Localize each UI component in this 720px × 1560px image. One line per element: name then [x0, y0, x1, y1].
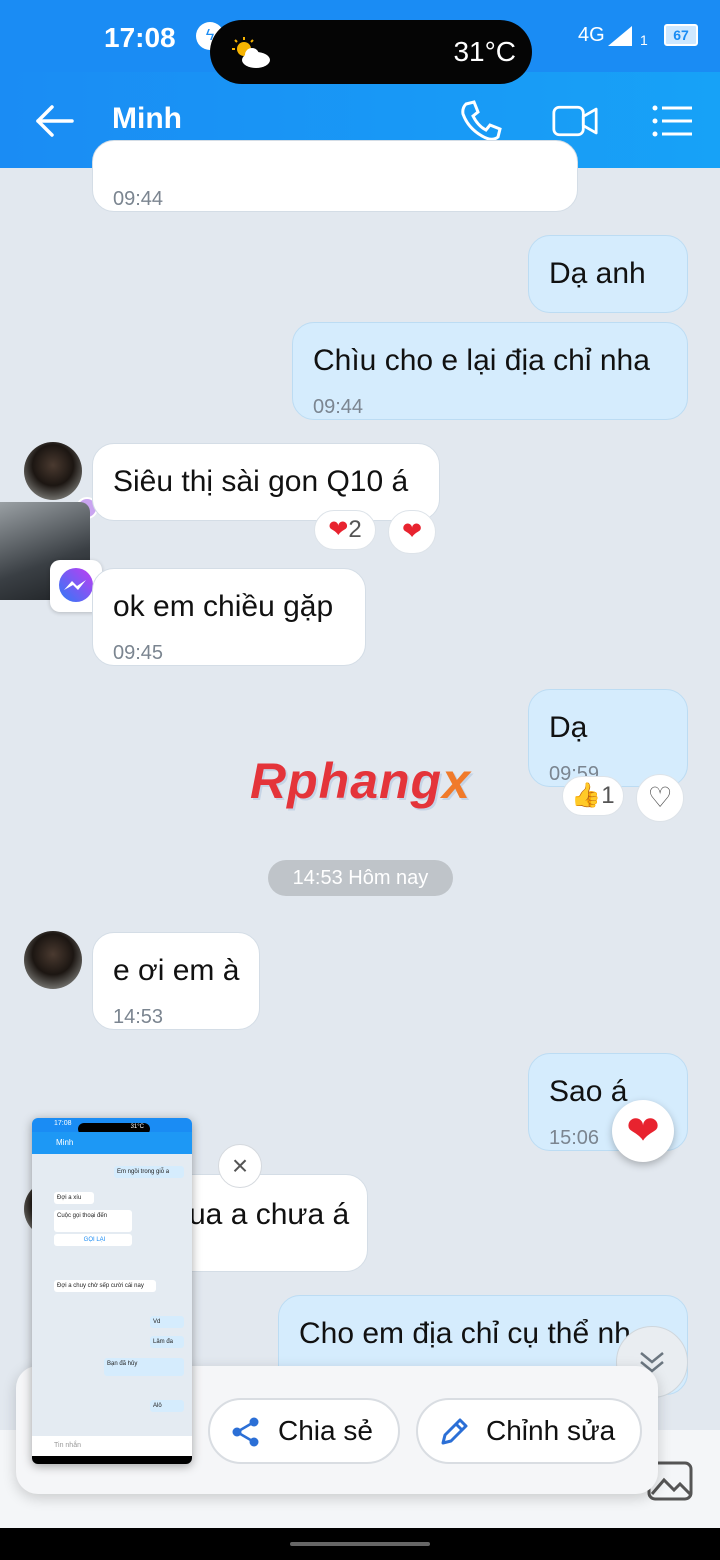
message-bubble-outgoing[interactable]: Dạ anh: [528, 235, 688, 313]
message-time: 15:06: [549, 1127, 600, 1149]
signal-icon: [608, 26, 632, 46]
share-button[interactable]: Chia sẻ: [208, 1398, 400, 1464]
system-nav-bar: [0, 1528, 720, 1560]
contact-name[interactable]: Minh: [112, 102, 182, 136]
heart-outline-icon: ♡: [647, 782, 673, 813]
reaction-count: 2: [348, 516, 362, 543]
message-text: e ơi em à: [113, 954, 240, 987]
dynamic-island: 31°C: [210, 20, 532, 84]
edit-label: Chỉnh sửa: [486, 1415, 616, 1446]
weather-temperature: 31°C: [453, 36, 516, 67]
add-reaction-button[interactable]: ♡: [636, 774, 684, 822]
share-icon: [232, 1417, 259, 1447]
avatar[interactable]: [24, 442, 82, 500]
status-time: 17:08: [104, 22, 176, 53]
menu-list-icon[interactable]: [650, 98, 696, 144]
message-bubble-incoming[interactable]: e ơi em à 14:53: [92, 932, 260, 1030]
thumb-msg: Lâm đa: [150, 1336, 184, 1348]
reaction-heart-count[interactable]: ❤2: [314, 510, 376, 550]
reaction-count: 1: [601, 782, 615, 809]
thumb-msg: Alô: [150, 1400, 184, 1412]
message-time: 14:53: [113, 1006, 164, 1028]
watermark-logo: Rphangx: [250, 753, 471, 809]
thumbs-up-reaction-icon: 👍: [571, 782, 602, 809]
share-label: Chia sẻ: [278, 1415, 373, 1446]
avatar[interactable]: [24, 931, 82, 989]
thumb-nav: [32, 1456, 192, 1464]
message-bubble-incoming[interactable]: ok em chiều gặp 09:45: [92, 568, 366, 666]
date-separator: 14:53 Hôm nay: [268, 860, 453, 896]
message-bubble-outgoing[interactable]: Dạ 09:59: [528, 689, 688, 787]
reaction-like-count[interactable]: 👍1: [562, 776, 624, 816]
phone-icon[interactable]: [458, 98, 504, 144]
home-indicator[interactable]: [290, 1542, 430, 1546]
heart-reaction-icon: ❤: [328, 516, 349, 543]
message-time: 09:44: [113, 188, 164, 210]
message-bubble-incoming[interactable]: 09:44: [92, 140, 578, 212]
sim-indicator: 1: [640, 32, 648, 48]
message-time: 09:45: [113, 642, 164, 664]
message-text: Chìu cho e lại địa chỉ nha: [313, 344, 650, 377]
message-text: Siêu thị sài gon Q10 á: [113, 465, 409, 498]
heart-reaction-icon[interactable]: ❤: [612, 1100, 674, 1162]
partly-cloudy-icon: [232, 37, 270, 68]
message-text: Dạ anh: [549, 257, 646, 290]
thumb-msg: Vd: [150, 1316, 184, 1328]
thumb-msg: Đợi a chuy chờ sếp cười cái nay: [54, 1280, 156, 1292]
network-type: 4G: [578, 24, 605, 46]
thumb-msg: Bạn đã hủy: [104, 1358, 184, 1376]
back-arrow-icon[interactable]: [34, 100, 76, 142]
battery-icon: 67: [664, 24, 698, 46]
message-bubble-outgoing[interactable]: Chìu cho e lại địa chỉ nha 09:44: [292, 322, 688, 420]
message-text: ok em chiều gặp: [113, 590, 334, 623]
add-reaction-button[interactable]: ❤: [388, 510, 436, 554]
screenshot-thumbnail[interactable]: 17:08 31°C Minh Em ngồi trong giỗ a Đợi …: [32, 1118, 192, 1464]
message-text: Sao á: [549, 1075, 628, 1108]
thumb-input: Tin nhắn: [32, 1436, 192, 1456]
edit-button[interactable]: Chỉnh sửa: [416, 1398, 642, 1464]
thumb-msg: Đợi a xíu: [54, 1192, 94, 1204]
thumb-header: Minh: [32, 1132, 192, 1154]
message-text: Dạ: [549, 711, 588, 744]
heart-reaction-icon: ❤: [401, 518, 423, 545]
thumb-msg: Em ngồi trong giỗ a: [114, 1166, 184, 1178]
thumb-msg: Cuộc gọi thoại đến: [54, 1210, 132, 1232]
close-icon[interactable]: ×: [218, 1144, 262, 1188]
message-bubble-incoming[interactable]: Siêu thị sài gon Q10 á: [92, 443, 440, 521]
pencil-icon: [441, 1418, 468, 1445]
thumb-msg: GỌI LẠI: [54, 1234, 132, 1246]
message-text: ua a chưa á: [189, 1198, 350, 1231]
video-camera-icon[interactable]: [552, 98, 598, 144]
message-time: 09:44: [313, 396, 364, 418]
message-text: Cho em địa chỉ cụ thể nh: [299, 1317, 631, 1350]
